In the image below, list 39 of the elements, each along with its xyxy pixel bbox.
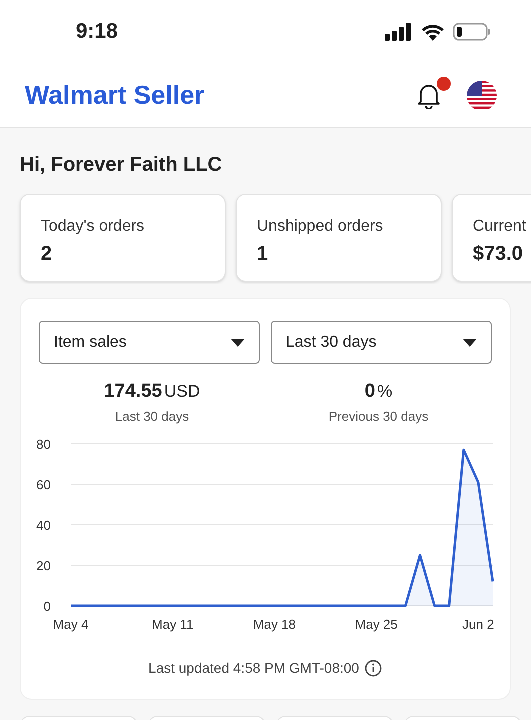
summary-card[interactable]: Current $73.0 xyxy=(452,194,531,282)
y-tick-label: 60 xyxy=(36,478,51,492)
card-label: Today's orders xyxy=(41,217,146,237)
status-time: 9:18 xyxy=(76,19,118,46)
card-label: Current xyxy=(473,217,528,237)
stat-caption: Previous 30 days xyxy=(328,408,429,426)
info-icon[interactable] xyxy=(365,660,382,677)
x-tick-label: May 11 xyxy=(152,617,194,632)
stat-unit: % xyxy=(377,381,393,403)
signal-icon xyxy=(385,23,413,41)
stat-value: 0 xyxy=(364,380,376,404)
y-tick-label: 0 xyxy=(44,599,51,614)
wifi-icon xyxy=(421,23,445,41)
card-value: 1 xyxy=(257,242,270,267)
stat-caption: Last 30 days xyxy=(115,408,190,426)
app-title: Walmart Seller xyxy=(25,79,205,112)
card-label: Unshipped orders xyxy=(257,217,384,237)
caret-icon xyxy=(463,338,477,346)
summary-card[interactable]: Unshipped orders 1 xyxy=(236,194,442,282)
dropdown[interactable]: Last 30 days xyxy=(271,321,492,364)
caret-icon xyxy=(231,338,245,346)
stat-value: 174.55 xyxy=(104,380,162,404)
battery-icon xyxy=(453,23,491,41)
last-updated: Last updated 4:58 PM GMT-08:00 xyxy=(148,659,360,678)
y-tick-label: 80 xyxy=(36,437,51,452)
card-value: 2 xyxy=(41,242,54,267)
x-tick-label: May 18 xyxy=(253,617,296,632)
x-tick-label: Jun 2 xyxy=(462,617,494,632)
dropdown[interactable]: Item sales xyxy=(39,321,260,364)
card-value: $73.0 xyxy=(473,242,524,267)
summary-card[interactable]: Today's orders 2 xyxy=(20,194,226,282)
x-tick-label: May 4 xyxy=(53,617,89,632)
greeting: Hi, Forever Faith LLC xyxy=(20,153,224,178)
flag-icon[interactable] xyxy=(467,80,497,110)
y-tick-label: 20 xyxy=(36,558,51,574)
x-tick-label: May 25 xyxy=(355,617,398,632)
y-tick-label: 40 xyxy=(36,518,51,533)
stat-unit: USD xyxy=(164,381,200,403)
bell-icon[interactable] xyxy=(417,82,441,108)
